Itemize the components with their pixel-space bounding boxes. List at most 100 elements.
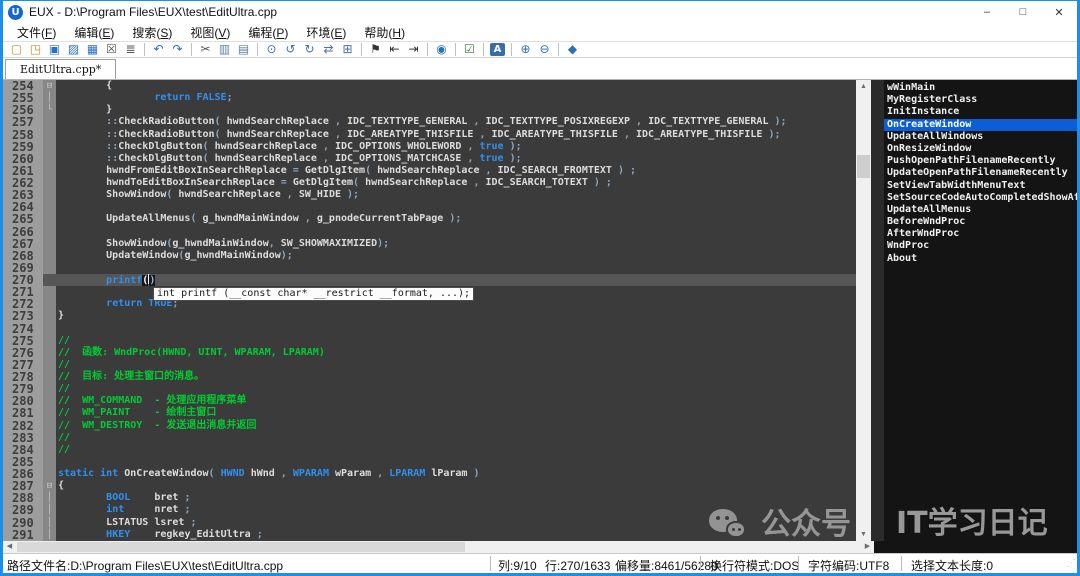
zoom-out-icon[interactable]: ⊖ (535, 42, 554, 58)
code-line-268[interactable]: 268 UpdateWindow(g_hwndMainWindow); (3, 250, 856, 262)
find-icon[interactable]: ⊙ (262, 42, 281, 58)
code-line-279[interactable]: 279// (3, 383, 856, 395)
scroll-down-arrow-icon[interactable]: ▼ (856, 528, 871, 541)
code-line-255[interactable]: 255│ return FALSE; (3, 92, 856, 104)
function-list-item-SetViewTabWidthMenuText[interactable]: SetViewTabWidthMenuText (884, 180, 1077, 192)
code-line-291[interactable]: 291│ HKEY regkey_EditUltra ; (3, 529, 856, 541)
vertical-scroll-thumb[interactable] (857, 155, 870, 178)
function-list-item-PushOpenPathFilenameRecently[interactable]: PushOpenPathFilenameRecently (884, 155, 1077, 167)
function-list-item-OnCreateWindow[interactable]: OnCreateWindow (884, 119, 1077, 131)
paste-icon[interactable]: ▤ (234, 42, 253, 58)
code-line-259[interactable]: 259 ::CheckDlgButton( hwndSearchReplace … (3, 141, 856, 153)
code-line-260[interactable]: 260 ::CheckDlgButton( hwndSearchReplace … (3, 153, 856, 165)
function-list-item-wWinMain[interactable]: wWinMain (884, 82, 1077, 94)
code-line-280[interactable]: 280// WM_COMMAND - 处理应用程序菜单 (3, 395, 856, 407)
function-list-item-SetSourceCodeAutoCompletedShowAf[interactable]: SetSourceCodeAutoCompletedShowAf (884, 192, 1077, 204)
code-line-282[interactable]: 282// WM_DESTROY - 发送退出消息并返回 (3, 420, 856, 432)
function-list-item-WndProc[interactable]: WndProc (884, 240, 1077, 252)
function-list-item-InitInstance[interactable]: InitInstance (884, 106, 1077, 118)
code-line-256[interactable]: 256└ } (3, 104, 856, 116)
editor-vertical-scrollbar[interactable]: ▲ ▼ (856, 80, 871, 541)
function-list-item-About[interactable]: About (884, 253, 1077, 265)
code-line-287[interactable]: 287⊟{ (3, 480, 856, 492)
new-file-icon[interactable]: ▢ (7, 42, 26, 58)
code-line-289[interactable]: 289│ int nret ; (3, 504, 856, 516)
replace-in-files-icon[interactable]: ⊞ (338, 42, 357, 58)
code-line-277[interactable]: 277// (3, 359, 856, 371)
code-line-263[interactable]: 263 ShowWindow( hwndSearchReplace , SW_H… (3, 189, 856, 201)
code-line-265[interactable]: 265 UpdateAllMenus( g_hwndMainWindow , g… (3, 213, 856, 225)
editor-horizontal-scrollbar[interactable]: ◀ ▶ (3, 541, 874, 553)
code-line-270[interactable]: 270 printf() (3, 274, 856, 286)
fold-toggle-icon[interactable]: ⊟ (43, 80, 56, 92)
code-line-281[interactable]: 281// WM_PAINT - 绘制主窗口 (3, 407, 856, 419)
file-list-icon[interactable]: ≣ (121, 42, 140, 58)
minimize-button[interactable]: – (969, 1, 1005, 23)
scroll-left-arrow-icon[interactable]: ◀ (3, 541, 16, 553)
copy-icon[interactable]: ▥ (215, 42, 234, 58)
bookmark-prev-icon[interactable]: ⇤ (385, 42, 404, 58)
bookmark-icon[interactable]: ⚑ (366, 42, 385, 58)
close-file-icon[interactable]: ☒ (102, 42, 121, 58)
code-line-254[interactable]: 254⊟ { (3, 80, 856, 92)
function-list-item-MyRegisterClass[interactable]: MyRegisterClass (884, 94, 1077, 106)
syntax-color-icon[interactable]: A (490, 43, 505, 56)
code-line-278[interactable]: 278// 目标: 处理主窗口的消息。 (3, 371, 856, 383)
bookmark-next-icon[interactable]: ⇥ (404, 42, 423, 58)
menu-item-5[interactable]: 环境(E) (298, 23, 354, 42)
function-list-item-AfterWndProc[interactable]: AfterWndProc (884, 228, 1077, 240)
code-line-264[interactable]: 264 (3, 201, 856, 213)
cut-icon[interactable]: ✂ (196, 42, 215, 58)
menu-item-0[interactable]: 文件(F) (9, 23, 64, 42)
code-line-276[interactable]: 276// 函数: WndProc(HWND, UINT, WPARAM, LP… (3, 347, 856, 359)
tab-0[interactable]: EditUltra.cpp* (5, 59, 116, 79)
find-next-icon[interactable]: ↻ (300, 42, 319, 58)
function-list-item-UpdateAllMenus[interactable]: UpdateAllMenus (884, 204, 1077, 216)
save-as-icon[interactable]: ▨ (64, 42, 83, 58)
code-line-269[interactable]: 269 (3, 262, 856, 274)
about-icon[interactable]: ◆ (563, 42, 582, 58)
code-line-284[interactable]: 284// (3, 444, 856, 456)
scroll-up-arrow-icon[interactable]: ▲ (856, 80, 871, 93)
code-line-274[interactable]: 274 (3, 323, 856, 335)
undo-icon[interactable]: ↶ (149, 42, 168, 58)
code-line-290[interactable]: 290│ LSTATUS lsret ; (3, 517, 856, 529)
code-line-286[interactable]: 286static int OnCreateWindow( HWND hWnd … (3, 468, 856, 480)
code-editor[interactable]: int printf (__const char* __restrict __f… (3, 80, 856, 541)
find-prev-icon[interactable]: ↺ (281, 42, 300, 58)
code-line-261[interactable]: 261 hwndFromEditBoxInSearchReplace = Get… (3, 165, 856, 177)
fold-toggle-icon[interactable]: ⊟ (43, 480, 56, 492)
code-line-258[interactable]: 258 ::CheckRadioButton( hwndSearchReplac… (3, 129, 856, 141)
scroll-right-arrow-icon[interactable]: ▶ (861, 541, 874, 553)
code-line-266[interactable]: 266 (3, 226, 856, 238)
function-list-item-UpdateOpenPathFilenameRecently[interactable]: UpdateOpenPathFilenameRecently (884, 167, 1077, 179)
close-button[interactable]: ✕ (1041, 1, 1077, 23)
menu-item-6[interactable]: 帮助(H) (356, 23, 413, 42)
menu-item-4[interactable]: 编程(P) (240, 23, 296, 42)
code-line-267[interactable]: 267 ShowWindow(g_hwndMainWindow, SW_SHOW… (3, 238, 856, 250)
maximize-button[interactable]: □ (1005, 1, 1041, 23)
code-line-257[interactable]: 257 ::CheckRadioButton( hwndSearchReplac… (3, 116, 856, 128)
code-line-273[interactable]: 273} (3, 310, 856, 322)
menu-item-1[interactable]: 编辑(E) (66, 23, 122, 42)
replace-icon[interactable]: ⇄ (319, 42, 338, 58)
code-line-262[interactable]: 262 hwndToEditBoxInSearchReplace = GetDl… (3, 177, 856, 189)
function-list-item-BeforeWndProc[interactable]: BeforeWndProc (884, 216, 1077, 228)
code-line-275[interactable]: 275// (3, 335, 856, 347)
menu-item-3[interactable]: 视图(V) (182, 23, 238, 42)
code-line-288[interactable]: 288│ BOOL bret ; (3, 492, 856, 504)
zoom-in-icon[interactable]: ⊕ (516, 42, 535, 58)
todo-list-icon[interactable]: ☑ (460, 42, 479, 58)
menu-item-2[interactable]: 搜索(S) (124, 23, 180, 42)
function-list-item-OnResizeWindow[interactable]: OnResizeWindow (884, 143, 1077, 155)
horizontal-scroll-thumb[interactable] (17, 542, 465, 552)
code-line-285[interactable]: 285 (3, 456, 856, 468)
redo-icon[interactable]: ↷ (168, 42, 187, 58)
code-line-283[interactable]: 283// (3, 432, 856, 444)
save-icon[interactable]: ▣ (45, 42, 64, 58)
save-all-icon[interactable]: ▦ (83, 42, 102, 58)
resize-grip[interactable]: ⋰ (1066, 558, 1076, 569)
navigate-back-icon[interactable]: ◉ (432, 42, 451, 58)
open-file-icon[interactable]: ◳ (26, 42, 45, 58)
function-list-item-UpdateAllWindows[interactable]: UpdateAllWindows (884, 131, 1077, 143)
